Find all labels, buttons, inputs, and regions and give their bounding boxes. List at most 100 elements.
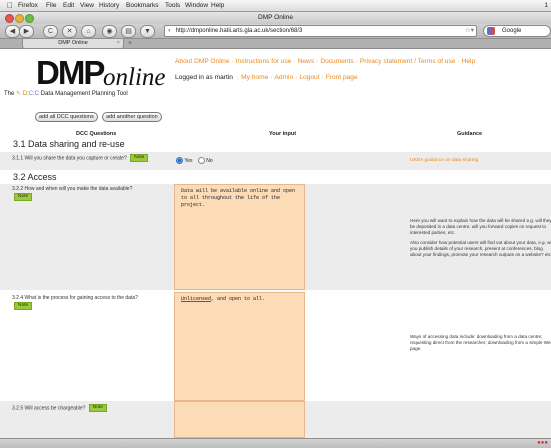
reload-button[interactable]: C — [43, 25, 58, 38]
zoom-window-icon[interactable] — [25, 14, 34, 23]
menu-bookmarks[interactable]: Bookmarks — [126, 0, 159, 11]
answer-text: , and open to all. — [211, 296, 266, 302]
link-my-home[interactable]: My home — [241, 74, 268, 81]
ukda-guidance-link[interactable]: UKDA guidance on data sharing — [410, 158, 478, 163]
answer-misspelled-word: Unlicensed — [181, 296, 212, 302]
stop-button[interactable]: ✕ — [62, 25, 77, 38]
tagline-d: D — [22, 91, 28, 97]
guidance-paragraph: Ways of accessing data include: download… — [410, 334, 551, 351]
radio-yes[interactable] — [176, 157, 183, 164]
close-window-icon[interactable] — [5, 14, 14, 23]
guidance-paragraph: Here you will want to explain how the da… — [410, 218, 551, 235]
add-another-question-button[interactable]: add another question — [102, 112, 162, 122]
addon-status-icon[interactable]: ●●● — [537, 440, 548, 446]
note-button[interactable]: Note — [14, 302, 33, 310]
window-title: DMP Online — [258, 14, 293, 21]
menu-window[interactable]: Window — [185, 0, 208, 11]
bookmark-toolbar-icon[interactable]: ◉ — [102, 25, 117, 38]
question-text: 3.1.1 Will you share the data you captur… — [12, 154, 152, 162]
nav-documents[interactable]: Documents — [320, 58, 353, 65]
link-admin[interactable]: Admin — [274, 74, 293, 81]
column-header-input: Your input — [269, 131, 297, 137]
nav-privacy[interactable]: Privacy statement / Terms of use — [360, 58, 456, 65]
question-label: 3.1.1 Will you share the data you captur… — [12, 155, 127, 162]
link-logout[interactable]: Logout — [299, 74, 319, 81]
download-toolbar-icon[interactable]: ▼ — [140, 25, 155, 38]
search-placeholder: Google — [502, 28, 522, 34]
note-button[interactable]: Note — [88, 404, 107, 412]
site-identity-icon[interactable]: ◐ — [168, 28, 172, 34]
note-button[interactable]: Note — [14, 193, 33, 201]
answer-textarea[interactable]: Data will be available online and open t… — [174, 184, 305, 290]
menubar-clock: 1 — [544, 2, 548, 9]
logo-online: online — [103, 64, 166, 91]
logo-dmp: DMP — [36, 54, 105, 91]
top-nav: About DMP Online · Instructions for use · Ne… — [175, 58, 476, 65]
bookmark-star-icon[interactable]: ☆▾ — [465, 26, 474, 36]
answer-textarea[interactable]: Unlicensed, and open to all. — [174, 292, 305, 401]
logged-in-text: Logged in as martin — [175, 74, 233, 81]
radio-yes-label: Yes — [184, 157, 193, 164]
question-row: 3.2.5 Will access be chargeable? Note — [0, 401, 551, 438]
menu-file[interactable]: File — [46, 0, 56, 11]
column-header-guidance: Guidance — [457, 131, 483, 137]
menu-view[interactable]: View — [80, 0, 94, 11]
close-tab-icon[interactable]: × — [117, 39, 120, 48]
search-bar[interactable]: Google — [483, 25, 551, 37]
url-bar[interactable]: ◐ http://dmponline.hatii.arts.gla.ac.uk/s… — [164, 25, 477, 37]
menu-history[interactable]: History — [99, 0, 119, 11]
note-button[interactable]: Note — [130, 154, 149, 162]
question-text: 3.2.5 Will access be chargeable? Note — [12, 404, 152, 412]
question-label: 3.2.4 What is the process for gaining ac… — [12, 295, 138, 301]
question-label: 3.2.2 How and when will you make the dat… — [12, 186, 133, 192]
history-toolbar-icon[interactable]: ▤ — [121, 25, 136, 38]
nav-toolbar: ◀ ▶ C ✕ ⌂ ◉ ▤ ▼ ◐ http://dmponline.hatii.… — [0, 24, 551, 39]
answer-text: Data will be available online and open t… — [181, 188, 296, 208]
guidance-paragraph: Also consider how potential users will f… — [410, 240, 551, 257]
column-header-questions: DCC Questions — [76, 131, 117, 137]
new-tab-button[interactable]: + — [128, 39, 132, 48]
back-button[interactable]: ◀ — [5, 25, 20, 38]
radio-no[interactable] — [197, 157, 205, 164]
tagline-rest: Data Management Planning Tool — [40, 91, 128, 97]
question-row: 3.2.2 How and when will you make the dat… — [0, 184, 551, 290]
tab-dmp-online[interactable]: DMP Online × — [22, 39, 124, 49]
minimize-window-icon[interactable] — [15, 14, 24, 23]
tab-strip: DMP Online × + — [0, 39, 551, 49]
nav-instructions[interactable]: Instructions for use — [236, 58, 292, 65]
question-text: 3.2.2 How and when will you make the dat… — [12, 186, 152, 201]
section-title: 3.1 Data sharing and re-use — [13, 139, 125, 149]
pencil-icon: ✎ — [16, 91, 22, 97]
forward-button[interactable]: ▶ — [19, 25, 34, 38]
question-row: 3.2.4 What is the process for gaining ac… — [0, 291, 551, 401]
apple-icon[interactable]:  — [7, 0, 13, 11]
guidance-text: Ways of accessing data include: download… — [410, 334, 551, 352]
window-titlebar: DMP Online — [0, 12, 551, 24]
search-engine-icon[interactable] — [487, 27, 495, 35]
answer-textarea[interactable] — [174, 401, 305, 438]
add-all-dcc-questions-button[interactable]: add all DCC questions — [35, 112, 98, 122]
logo-tagline: The ✎ D:C:C Data Management Planning Too… — [4, 91, 128, 97]
mac-menubar:  Firefox File Edit View History Bookmar… — [0, 0, 551, 12]
tagline-the: The — [4, 91, 15, 97]
link-front-page[interactable]: Front page — [326, 74, 358, 81]
section-title: 3.2 Access — [13, 172, 57, 182]
share-data-radio-group: Yes No — [176, 157, 213, 165]
menu-help[interactable]: Help — [211, 0, 224, 11]
tab-label: DMP Online — [58, 40, 88, 46]
tagline-c2: C — [34, 91, 40, 97]
question-text: 3.2.4 What is the process for gaining ac… — [12, 295, 152, 310]
home-button[interactable]: ⌂ — [81, 25, 96, 38]
login-status: Logged in as martin · My home · Admin · Logout… — [175, 74, 358, 81]
nav-news[interactable]: News — [298, 58, 315, 65]
question-row: 3.1.1 Will you share the data you captur… — [0, 152, 551, 170]
menu-edit[interactable]: Edit — [63, 0, 74, 11]
menu-firefox[interactable]: Firefox — [18, 0, 38, 11]
nav-help[interactable]: Help — [462, 58, 476, 65]
menu-tools[interactable]: Tools — [165, 0, 180, 11]
question-label: 3.2.5 Will access be chargeable? — [12, 405, 86, 412]
tagline-c1: C — [28, 91, 34, 97]
nav-about[interactable]: About DMP Online — [175, 58, 230, 65]
radio-no-label: No — [206, 157, 213, 164]
guidance-text: Here you will want to explain how the da… — [410, 218, 551, 258]
